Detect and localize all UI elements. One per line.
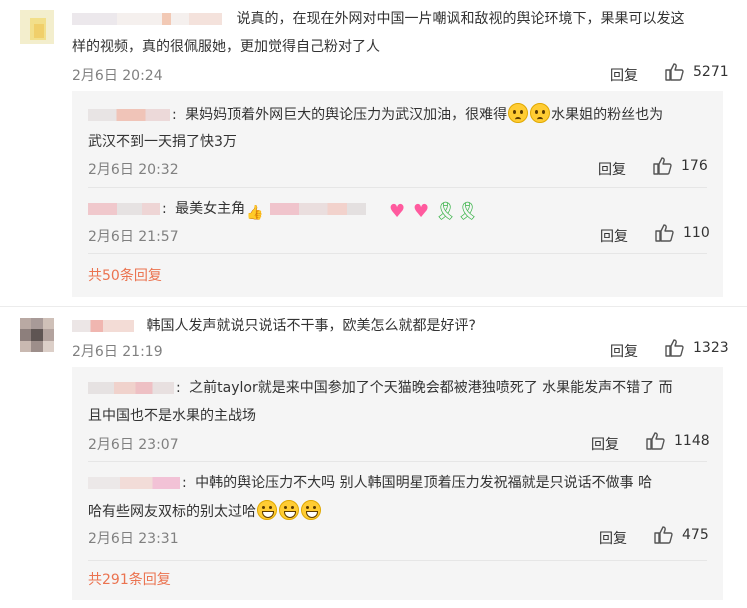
ribbon-icon: 🎗 — [456, 201, 479, 222]
thumbs-up-emoji-icon: 👍 — [246, 205, 264, 221]
thumbs-up-icon — [653, 157, 672, 175]
username-blurred[interactable] — [88, 203, 160, 215]
thumbs-up-icon — [654, 526, 673, 544]
comment-text-cont: 样的视频，真的很佩服她，更加觉得自己粉对了人 — [72, 39, 380, 55]
thumbs-up-icon — [646, 432, 665, 450]
avatar[interactable] — [20, 10, 54, 44]
reply-header: : 中韩的舆论压力不大吗 别人韩国明星顶着压力发祝福就是只说话不做事 哈 — [88, 472, 652, 494]
reply-button[interactable]: 回复 — [591, 434, 619, 454]
reply-time: 2月6日 23:31 — [88, 531, 179, 547]
like-count: 1323 — [693, 340, 729, 356]
thumbs-up-icon — [665, 339, 684, 357]
reply-header: : 最美女主角👍 ♥ ♥ 🎗🎗 — [88, 198, 479, 223]
like-count: 5271 — [693, 64, 729, 80]
username-blurred[interactable] — [72, 13, 222, 25]
heart-icon: ♥ — [389, 201, 406, 222]
reply-button[interactable]: 回复 — [610, 341, 638, 361]
reply-header: : 果妈妈顶着外网巨大的舆论压力为武汉加油，很难得 水果姐的粉丝也为 — [88, 103, 663, 126]
comment-text: 说真的，在现在外网对中国一片嘲讽和敌视的舆论环境下，果果可以发这 — [236, 11, 685, 27]
reply-time: 2月6日 21:57 — [88, 229, 179, 245]
comment-time: 2月6日 21:19 — [72, 344, 163, 360]
reply-text: 果妈妈顶着外网巨大的舆论压力为武汉加油，很难得 — [185, 107, 508, 123]
reply-box: : 之前taylor就是来中国参加了个天猫晚会都被港独喷死了 水果能发声不错了 … — [72, 367, 723, 600]
reply-item: : 最美女主角👍 ♥ ♥ 🎗🎗 2月6日 21:57 回复 110 — [72, 188, 723, 252]
reply-text: 最美女主角 — [175, 201, 246, 217]
like-count: 475 — [682, 527, 709, 543]
reply-button[interactable]: 回复 — [600, 226, 628, 246]
avatar[interactable] — [20, 318, 54, 352]
reply-header: : 之前taylor就是来中国参加了个天猫晚会都被港独喷死了 水果能发声不错了 … — [88, 377, 673, 399]
sad-face-icon — [530, 103, 551, 123]
like-count: 1148 — [674, 433, 710, 449]
reply-item: : 中韩的舆论压力不大吗 别人韩国明星顶着压力发祝福就是只说话不做事 哈 哈有些… — [72, 462, 723, 558]
comment-time: 2月6日 20:24 — [72, 68, 163, 84]
comment-text: 韩国人发声就说只说话不干事，欧美怎么就都是好评? — [146, 318, 476, 334]
reply-text-line2: 哈有些网友双标的别太过哈 — [88, 504, 256, 520]
username-blurred[interactable] — [72, 320, 134, 332]
reply-box: : 果妈妈顶着外网巨大的舆论压力为武汉加油，很难得 水果姐的粉丝也为 武汉不到一天… — [72, 91, 723, 297]
like-button[interactable]: 5271 — [665, 63, 729, 81]
reply-time: 2月6日 20:32 — [88, 162, 179, 178]
like-count: 176 — [681, 158, 708, 174]
reply-text: 中韩的舆论压力不大吗 别人韩国明星顶着压力发祝福就是只说话不做事 哈 — [195, 475, 653, 491]
divider — [88, 253, 707, 254]
comment-header: 韩国人发声就说只说话不干事，欧美怎么就都是好评? — [72, 315, 476, 337]
reply-button[interactable]: 回复 — [599, 528, 627, 548]
more-replies-link[interactable]: 共50条回复 — [88, 265, 162, 285]
reply-text-cont: 且中国也不是水果的主战场 — [88, 408, 256, 424]
like-button[interactable]: 176 — [653, 157, 708, 175]
like-button[interactable]: 1323 — [665, 339, 729, 357]
username-blurred[interactable] — [88, 477, 180, 489]
reply-text-cont: 哈有些网友双标的别太过哈 — [88, 500, 322, 523]
comment-header: 说真的，在现在外网对中国一片嘲讽和敌视的舆论环境下，果果可以发这 — [72, 8, 684, 30]
username-blurred[interactable] — [88, 382, 174, 394]
comment-divider — [0, 306, 747, 307]
username-blurred[interactable] — [88, 109, 170, 121]
sad-face-icon — [508, 103, 529, 123]
ribbon-icon: 🎗 — [434, 201, 457, 222]
mention-blurred[interactable] — [269, 203, 366, 215]
like-button[interactable]: 110 — [655, 224, 710, 242]
like-button[interactable]: 1148 — [646, 432, 710, 450]
thumbs-up-icon — [655, 224, 674, 242]
grinning-face-icon — [279, 500, 299, 520]
thumbs-up-icon — [665, 63, 684, 81]
reply-text-after: 水果姐的粉丝也为 — [551, 107, 664, 123]
heart-icon: ♥ — [413, 201, 430, 222]
reply-item: : 果妈妈顶着外网巨大的舆论压力为武汉加油，很难得 水果姐的粉丝也为 武汉不到一天… — [72, 91, 723, 187]
reply-button[interactable]: 回复 — [610, 65, 638, 85]
like-button[interactable]: 475 — [654, 526, 709, 544]
reply-button[interactable]: 回复 — [598, 159, 626, 179]
reply-time: 2月6日 23:07 — [88, 437, 179, 453]
reply-text: 之前taylor就是来中国参加了个天猫晚会都被港独喷死了 水果能发声不错了 而 — [189, 380, 673, 396]
more-replies-link[interactable]: 共291条回复 — [88, 569, 171, 589]
reply-text-cont: 武汉不到一天捐了快3万 — [88, 134, 237, 150]
grinning-face-icon — [257, 500, 277, 520]
like-count: 110 — [683, 225, 710, 241]
grinning-face-icon — [301, 500, 321, 520]
divider — [88, 560, 707, 561]
reply-item: : 之前taylor就是来中国参加了个天猫晚会都被港独喷死了 水果能发声不错了 … — [72, 367, 723, 459]
